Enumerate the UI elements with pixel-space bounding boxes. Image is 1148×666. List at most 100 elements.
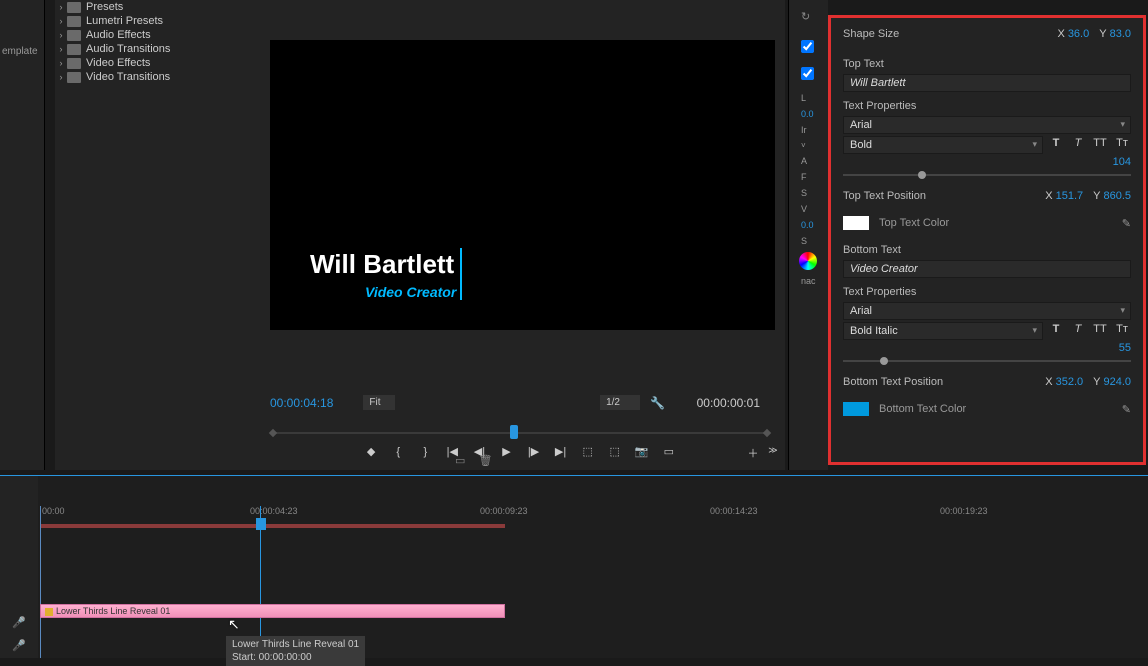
slider-handle[interactable] (880, 357, 888, 365)
x-label: X (1057, 28, 1064, 40)
tree-item[interactable]: ›Audio Transitions (55, 42, 255, 56)
folder-icon (67, 30, 81, 41)
loop-icon[interactable]: ↻ (801, 10, 828, 23)
property-label: Bottom Text (843, 244, 1131, 256)
chevron-down-icon[interactable]: ˅ (801, 141, 828, 150)
bold-button[interactable]: T (1047, 137, 1065, 153)
smallcaps-button[interactable]: Tᴛ (1113, 137, 1131, 153)
step-forward-icon[interactable]: |▶ (522, 445, 546, 458)
font-size-value[interactable]: 104 (843, 156, 1131, 168)
arrow-icon[interactable]: ≫ (761, 445, 785, 456)
add-marker-icon[interactable]: ◆ (359, 445, 383, 458)
go-to-out-icon[interactable]: ▶| (549, 445, 573, 458)
comparison-icon[interactable]: ▭ (657, 445, 681, 458)
in-point-icon[interactable] (269, 429, 277, 437)
bottom-text-color-row: Bottom Text Color ✎ (843, 402, 1131, 416)
y-value[interactable]: 924.0 (1103, 376, 1131, 388)
font-weight-select[interactable]: Bold Italic (843, 322, 1043, 340)
scrubber-handle[interactable] (510, 425, 518, 439)
eyedropper-icon[interactable]: ✎ (1122, 403, 1131, 416)
tooltip-line: Lower Thirds Line Reveal 01 (232, 638, 359, 651)
play-icon[interactable]: ▶ (494, 445, 518, 458)
font-family-select[interactable]: Arial (843, 302, 1131, 320)
eyedropper-icon[interactable]: ✎ (1122, 217, 1131, 230)
essential-graphics-panel: Shape Size X36.0 Y83.0 Top Text Text Pro… (828, 15, 1146, 465)
bold-button[interactable]: T (1047, 323, 1065, 339)
top-text-color-row: Top Text Color ✎ (843, 216, 1131, 230)
ruler-tick: 00:00:19:23 (940, 506, 988, 516)
trash-icon[interactable]: 🗑 (478, 455, 492, 467)
value-label[interactable]: 0.0 (801, 220, 828, 230)
value-label[interactable]: 0.0 (801, 109, 828, 119)
property-label: Bottom Text Position (843, 376, 1035, 388)
slider-handle[interactable] (918, 171, 926, 179)
y-value[interactable]: 83.0 (1110, 28, 1131, 40)
lift-icon[interactable]: ⬚ (576, 445, 600, 458)
mark-out-icon[interactable]: } (413, 446, 437, 458)
x-value[interactable]: 352.0 (1056, 376, 1084, 388)
tree-item[interactable]: ›Video Transitions (55, 70, 255, 84)
tree-item[interactable]: ›Presets (55, 0, 255, 14)
tree-label: Presets (86, 1, 123, 13)
font-size-slider[interactable] (843, 174, 1131, 176)
export-frame-icon[interactable]: 📷 (630, 445, 654, 458)
ruler-tick: 00:00:09:23 (480, 506, 528, 516)
work-area-bar[interactable] (40, 524, 505, 528)
font-family-select[interactable]: Arial (843, 116, 1131, 134)
video-preview[interactable]: Will Bartlett Video Creator (270, 40, 775, 330)
mic-icon[interactable]: 🎤 (0, 639, 38, 652)
color-swatch[interactable] (843, 402, 869, 416)
smallcaps-button[interactable]: Tᴛ (1113, 323, 1131, 339)
preview-title-text: Will Bartlett (310, 249, 454, 280)
color-wheel-icon[interactable] (799, 252, 817, 270)
property-label: Text Properties (843, 100, 1131, 112)
essential-graphics-edge: ↻ L 0.0 Ir ˅ A F S V 0.0 S nac (788, 0, 828, 470)
italic-button[interactable]: T (1069, 323, 1087, 339)
playhead-timecode[interactable]: 00:00:04:18 (270, 396, 333, 410)
color-swatch[interactable] (843, 216, 869, 230)
effects-panel: ›Presets ›Lumetri Presets ›Audio Effects… (55, 0, 255, 470)
settings-icon[interactable]: 🔧 (650, 396, 665, 410)
property-label: Text Properties (843, 286, 1131, 298)
tree-item[interactable]: ›Lumetri Presets (55, 14, 255, 28)
font-size-value[interactable]: 55 (843, 342, 1131, 354)
tree-item[interactable]: ›Audio Effects (55, 28, 255, 42)
x-value[interactable]: 151.7 (1056, 190, 1084, 202)
y-value[interactable]: 860.5 (1103, 190, 1131, 202)
italic-button[interactable]: T (1069, 137, 1087, 153)
playhead-head-icon[interactable] (256, 518, 266, 530)
new-bin-icon[interactable]: ▭ (455, 455, 465, 467)
resolution-select[interactable]: 1/2 (600, 395, 640, 410)
out-point-icon[interactable] (763, 429, 771, 437)
font-weight-select[interactable]: Bold (843, 136, 1043, 154)
bottom-text-input[interactable] (843, 260, 1131, 278)
truncated-label: S (801, 188, 828, 198)
truncated-label: Ir (801, 125, 828, 135)
timeline-clip[interactable]: Lower Thirds Line Reveal 01 (40, 604, 505, 618)
mark-in-icon[interactable]: { (386, 446, 410, 458)
scrubber[interactable] (270, 420, 770, 440)
zoom-select[interactable]: Fit (363, 395, 394, 410)
top-text-input[interactable] (843, 74, 1131, 92)
scrubber-track (270, 432, 770, 434)
ruler-tick: 00:00 (42, 506, 65, 516)
folder-icon (67, 58, 81, 69)
clip-tooltip: Lower Thirds Line Reveal 01 Start: 00:00… (226, 636, 365, 666)
chevron-right-icon: › (55, 58, 67, 68)
tree-item[interactable]: ›Video Effects (55, 56, 255, 70)
template-label: emplate (2, 46, 38, 57)
y-label: Y (1099, 28, 1106, 40)
shape-size-row: Shape Size X36.0 Y83.0 (843, 28, 1131, 40)
fx-badge-icon (45, 608, 53, 616)
extract-icon[interactable]: ⬚ (603, 445, 627, 458)
font-size-slider[interactable] (843, 360, 1131, 362)
time-ruler[interactable]: 00:00 00:00:04:23 00:00:09:23 00:00:14:2… (40, 506, 1148, 524)
allcaps-button[interactable]: TT (1091, 137, 1109, 153)
mic-icon[interactable]: 🎤 (0, 616, 38, 629)
panel-footer: ▭ 🗑 (445, 454, 492, 467)
allcaps-button[interactable]: TT (1091, 323, 1109, 339)
property-label: Top Text Position (843, 190, 1035, 202)
layer-visible-checkbox[interactable] (801, 67, 814, 80)
x-value[interactable]: 36.0 (1068, 28, 1089, 40)
layer-visible-checkbox[interactable] (801, 40, 814, 53)
